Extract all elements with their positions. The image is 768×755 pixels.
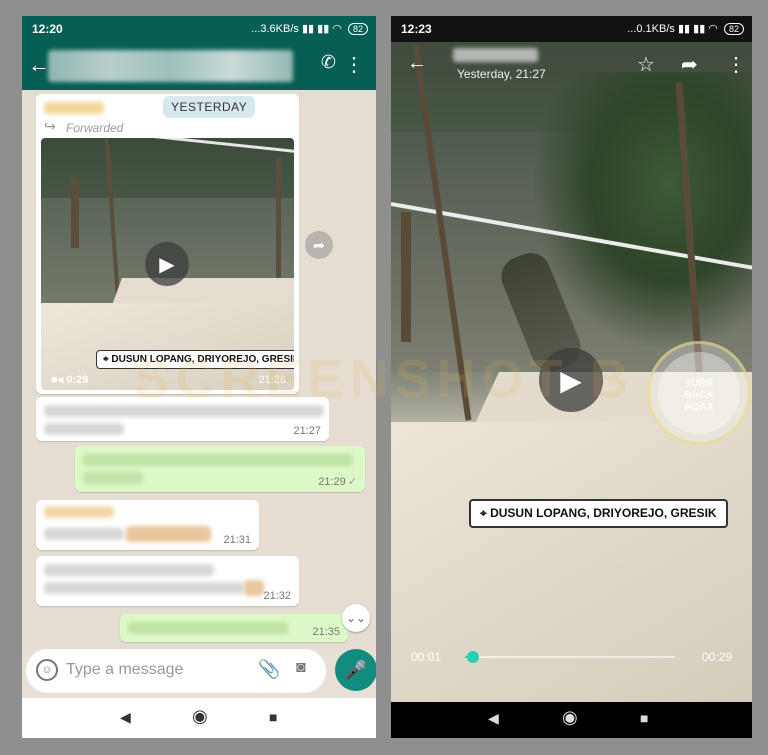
sender-name-blurred	[453, 48, 538, 62]
message-bubble-out[interactable]: 21:29 ✓	[75, 446, 365, 492]
message-bubble-in[interactable]: 21:32	[36, 556, 299, 606]
message-bubble-in[interactable]: 21:27	[36, 397, 329, 441]
network-speed: ...3.6KB/s	[251, 23, 299, 35]
back-arrow-icon[interactable]: ←	[28, 52, 50, 78]
video-duration: ■◂ 0:29	[51, 374, 89, 386]
video-thumbnail[interactable]: ▶ ⌖ DUSUN LOPANG, DRIYOREJO, GRESIK ■◂ 0…	[41, 138, 294, 390]
add-call-icon[interactable]: ✆	[321, 52, 336, 73]
scroll-down-icon[interactable]: ⌄⌄	[342, 604, 370, 632]
mic-icon: 🎤	[344, 659, 368, 680]
status-time: 12:20	[32, 22, 63, 36]
star-icon[interactable]: ☆	[637, 52, 655, 77]
seek-handle[interactable]	[467, 651, 480, 663]
network-speed: ...0.1KB/s	[627, 23, 675, 35]
android-nav-bar: ◀ ◉ ■	[22, 698, 376, 738]
sender-name-blurred	[44, 102, 104, 114]
battery-icon: 82	[347, 23, 368, 35]
forward-share-icon[interactable]: ➦	[681, 52, 698, 77]
attach-icon[interactable]: 📎	[258, 659, 280, 680]
seek-track[interactable]	[465, 656, 675, 658]
message-timestamp: Yesterday, 21:27	[457, 67, 546, 81]
nav-home-icon[interactable]: ◉	[192, 706, 208, 727]
mic-button[interactable]: 🎤	[335, 649, 376, 691]
message-time: 21:27	[293, 425, 321, 437]
status-time: 12:23	[401, 22, 432, 36]
message-bubble-in[interactable]: 21:31	[36, 500, 259, 550]
chat-header: ← ✆ ⋮	[22, 42, 376, 90]
nav-home-icon[interactable]: ◉	[562, 707, 578, 728]
camera-icon[interactable]: ◙	[296, 659, 306, 677]
read-check-icon: ✓	[347, 476, 357, 488]
status-bar: 12:20 ...3.6KB/s ▮▮ ▮▮ ◠ 82	[22, 16, 376, 42]
emoji-icon[interactable]: ☺	[36, 659, 58, 681]
android-nav-bar: ◀ ◉ ■	[391, 702, 752, 738]
status-bar: 12:23 ...0.1KB/s ▮▮ ▮▮ ◠ 82	[391, 16, 752, 42]
message-time: 21:29 ✓	[318, 476, 357, 488]
date-separator: YESTERDAY	[163, 96, 256, 118]
nav-back-icon[interactable]: ◀	[120, 709, 131, 726]
status-indicators: ...0.1KB/s ▮▮ ▮▮ ◠ 82	[627, 22, 744, 35]
more-options-icon[interactable]: ⋮	[344, 52, 364, 77]
current-time: 00:01	[411, 650, 442, 664]
left-phone-screen: 12:20 ...3.6KB/s ▮▮ ▮▮ ◠ 82 ← ✆ ⋮ ↪ YEST…	[22, 16, 376, 738]
play-icon[interactable]: ▶	[539, 348, 603, 412]
forwarded-label: Forwarded	[66, 121, 124, 135]
message-input[interactable]: Type a message	[66, 661, 183, 679]
message-time: 21:32	[263, 590, 291, 602]
message-time: 21:35	[312, 626, 340, 638]
video-seek-bar[interactable]: 00:01 00:29	[391, 646, 752, 670]
back-arrow-icon[interactable]: ←	[407, 52, 427, 75]
signal-icon: ▮▮ ▮▮ ◠	[677, 23, 718, 35]
contact-name-blurred[interactable]	[48, 50, 293, 82]
hoax-stamp-logo: TURN BACK HOAX	[647, 341, 751, 445]
message-time: 21:26	[258, 374, 286, 386]
signal-icon: ▮▮ ▮▮ ◠	[301, 23, 342, 35]
more-options-icon[interactable]: ⋮	[726, 52, 746, 77]
nav-recents-icon[interactable]: ■	[640, 710, 648, 726]
message-composer[interactable]: ☺ Type a message 📎 ◙	[26, 649, 326, 693]
forward-icon: ↪	[44, 118, 56, 134]
location-label: ⌖ DUSUN LOPANG, DRIYOREJO, GRESIK	[469, 499, 728, 528]
video-camera-icon: ■◂	[51, 374, 67, 386]
location-label: ⌖ DUSUN LOPANG, DRIYOREJO, GRESIK	[96, 350, 294, 369]
message-bubble-out[interactable]: 21:35	[120, 614, 348, 642]
nav-back-icon[interactable]: ◀	[488, 710, 499, 727]
location-pin-icon: ⌖	[480, 506, 491, 520]
viewer-header: ← Yesterday, 21:27 ☆ ➦ ⋮	[391, 42, 752, 92]
status-indicators: ...3.6KB/s ▮▮ ▮▮ ◠ 82	[251, 22, 368, 35]
right-phone-screen: 12:23 ...0.1KB/s ▮▮ ▮▮ ◠ 82 ← Yesterday,…	[391, 16, 752, 738]
message-time: 21:31	[223, 534, 251, 546]
play-icon[interactable]: ▶	[145, 242, 189, 286]
nav-recents-icon[interactable]: ■	[269, 709, 277, 725]
battery-icon: 82	[723, 23, 744, 35]
total-duration: 00:29	[701, 650, 732, 664]
forward-share-icon[interactable]: ➦	[305, 231, 333, 259]
